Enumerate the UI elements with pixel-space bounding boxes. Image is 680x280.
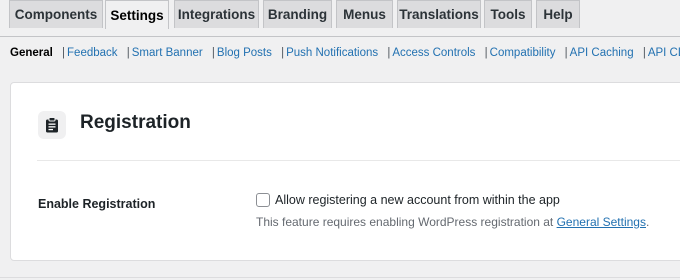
clipboard-icon xyxy=(38,111,66,139)
section-divider xyxy=(37,160,680,161)
subnav-blog-posts[interactable]: Blog Posts xyxy=(217,47,272,59)
tab-menus[interactable]: Menus xyxy=(336,0,393,28)
subnav-access-controls[interactable]: Access Controls xyxy=(392,47,475,59)
general-settings-link[interactable]: General Settings xyxy=(557,215,646,229)
tab-settings[interactable]: Settings xyxy=(105,0,169,29)
tab-integrations[interactable]: Integrations xyxy=(174,0,259,28)
field-description: This feature requires enabling WordPress… xyxy=(256,215,649,229)
subnav-separator: | xyxy=(62,47,66,59)
enable-registration-label: Enable Registration xyxy=(38,197,156,211)
tabs-divider xyxy=(0,36,680,37)
subnav-separator: | xyxy=(564,47,568,59)
subnav-separator: | xyxy=(642,47,646,59)
subnav-separator: | xyxy=(211,47,215,59)
checkbox-label[interactable]: Allow registering a new account from wit… xyxy=(275,193,560,207)
subnav-api-cdn[interactable]: API CDN xyxy=(648,47,680,59)
subnav-general[interactable]: General xyxy=(10,47,53,59)
subnav-push-notifications[interactable]: Push Notifications xyxy=(286,47,378,59)
settings-subnav: General | Feedback | Smart Banner | Blog Po… xyxy=(10,47,680,59)
subnav-separator: | xyxy=(387,47,391,59)
tab-translations[interactable]: Translations xyxy=(397,0,481,28)
tab-components[interactable]: Components xyxy=(9,0,103,28)
bottom-divider xyxy=(0,277,680,278)
tab-branding[interactable]: Branding xyxy=(263,0,332,28)
subnav-feedback[interactable]: Feedback xyxy=(67,47,118,59)
tab-tools[interactable]: Tools xyxy=(484,0,532,28)
description-end: . xyxy=(645,215,650,229)
subnav-separator: | xyxy=(126,47,130,59)
description-text: This feature requires enabling WordPress… xyxy=(256,215,557,229)
subnav-smart-banner[interactable]: Smart Banner xyxy=(132,47,203,59)
registration-panel: Registration Enable Registration Allow r… xyxy=(10,82,680,261)
section-title: Registration xyxy=(80,112,191,133)
tab-help[interactable]: Help xyxy=(536,0,580,28)
enable-registration-checkbox[interactable] xyxy=(256,193,270,207)
subnav-compatibility[interactable]: Compatibility xyxy=(490,47,556,59)
subnav-separator: | xyxy=(281,47,285,59)
subnav-separator: | xyxy=(484,47,488,59)
subnav-api-caching[interactable]: API Caching xyxy=(570,47,634,59)
